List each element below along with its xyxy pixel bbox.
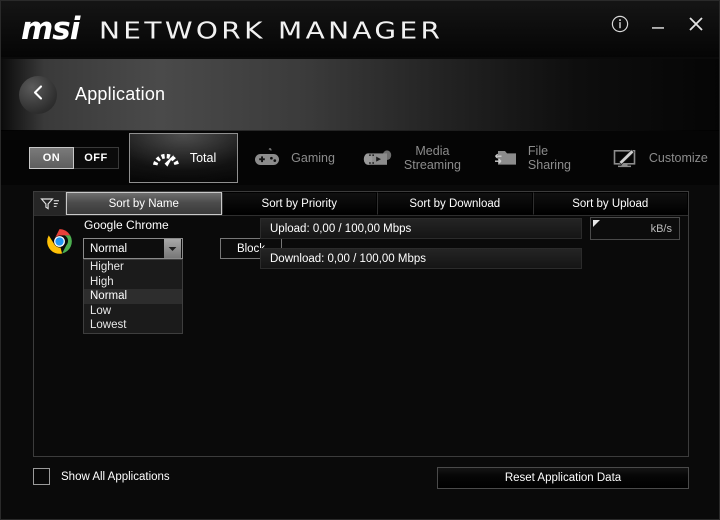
tab-label-file-sharing: File Sharing — [527, 143, 571, 172]
sort-by-download-button[interactable]: Sort by Download — [377, 192, 533, 215]
application-name: Google Chrome — [84, 218, 169, 232]
download-meter: Download: 0,00 / 100,00 Mbps — [260, 248, 582, 269]
page-header-band: Application — [1, 59, 719, 133]
tab-media-streaming[interactable]: Media Streaming — [349, 133, 475, 183]
tab-file-sharing[interactable]: File Sharing — [475, 133, 596, 183]
sort-by-upload-button[interactable]: Sort by Upload — [532, 192, 688, 215]
tab-strip: ON OFF Total Gaming Media Streaming File… — [1, 131, 719, 185]
folder-transfer-icon — [489, 147, 519, 169]
priority-option-higher[interactable]: Higher — [84, 260, 182, 275]
priority-option-high[interactable]: High — [84, 275, 182, 290]
msi-logo-text: msi — [21, 10, 80, 47]
film-reel-icon — [363, 147, 395, 169]
filter-funnel-icon[interactable] — [34, 192, 66, 215]
reset-application-data-button[interactable]: Reset Application Data — [437, 467, 689, 489]
tab-label-media-streaming: Media Streaming — [404, 144, 461, 173]
media-label-line1: Media — [415, 143, 450, 158]
toggle-on-button[interactable]: ON — [29, 147, 74, 169]
footer-bar: Show All Applications Reset Application … — [1, 463, 719, 503]
priority-option-low[interactable]: Low — [84, 304, 182, 319]
sort-bar: Sort by Name Sort by Priority Sort by Do… — [34, 192, 688, 216]
toggle-off-button[interactable]: OFF — [74, 147, 119, 169]
priority-control: Normal Higher High Normal Low Lowest — [83, 238, 183, 334]
show-all-applications-label: Show All Applications — [61, 470, 170, 483]
chevron-down-icon[interactable] — [164, 239, 181, 258]
chevron-left-icon — [30, 84, 47, 106]
priority-selected-value: Normal — [90, 242, 128, 255]
page-title: Application — [75, 84, 166, 104]
monitor-pencil-icon — [610, 147, 640, 169]
tab-label-customize: Customize — [648, 150, 708, 165]
show-all-applications-checkbox[interactable] — [33, 468, 50, 485]
list-item: Google Chrome Normal Higher High Normal … — [34, 216, 688, 334]
tab-customize[interactable]: Customize — [596, 133, 719, 183]
gamepad-icon — [252, 147, 282, 169]
tab-total[interactable]: Total — [129, 133, 239, 183]
brand-logo: msi NETWORK MANAGER — [1, 10, 440, 47]
info-icon[interactable] — [609, 13, 631, 35]
sort-by-priority-button[interactable]: Sort by Priority — [221, 192, 377, 215]
mode-tabs: Total Gaming Media Streaming File Sharin… — [129, 131, 719, 185]
speed-limit-input[interactable]: kB/s — [590, 217, 680, 240]
network-manager-window: msi NETWORK MANAGER Application ON OFF T… — [0, 0, 720, 520]
power-toggle: ON OFF — [29, 147, 119, 169]
close-icon[interactable] — [685, 13, 707, 35]
priority-dropdown-list: Higher High Normal Low Lowest — [83, 259, 183, 334]
chrome-icon — [46, 228, 73, 260]
title-bar: msi NETWORK MANAGER — [1, 1, 719, 57]
tab-label-total: Total — [189, 150, 217, 165]
media-label-line2: Streaming — [403, 158, 461, 172]
application-list-panel: Sort by Name Sort by Priority Sort by Do… — [33, 191, 689, 457]
tab-label-gaming: Gaming — [291, 150, 335, 165]
sort-by-name-button[interactable]: Sort by Name — [66, 192, 222, 215]
show-all-applications-control[interactable]: Show All Applications — [33, 468, 170, 485]
window-controls — [609, 13, 707, 35]
app-title-text: NETWORK MANAGER — [99, 16, 444, 44]
application-list: Google Chrome Normal Higher High Normal … — [34, 216, 688, 456]
priority-select[interactable]: Normal — [83, 238, 183, 259]
back-button[interactable] — [19, 75, 57, 114]
upload-meter: Upload: 0,00 / 100,00 Mbps — [260, 218, 582, 239]
tab-gaming[interactable]: Gaming — [238, 133, 349, 183]
priority-option-lowest[interactable]: Lowest — [84, 318, 182, 333]
minimize-icon[interactable] — [647, 13, 669, 35]
gauge-icon — [151, 146, 181, 170]
priority-option-normal[interactable]: Normal — [84, 289, 182, 304]
